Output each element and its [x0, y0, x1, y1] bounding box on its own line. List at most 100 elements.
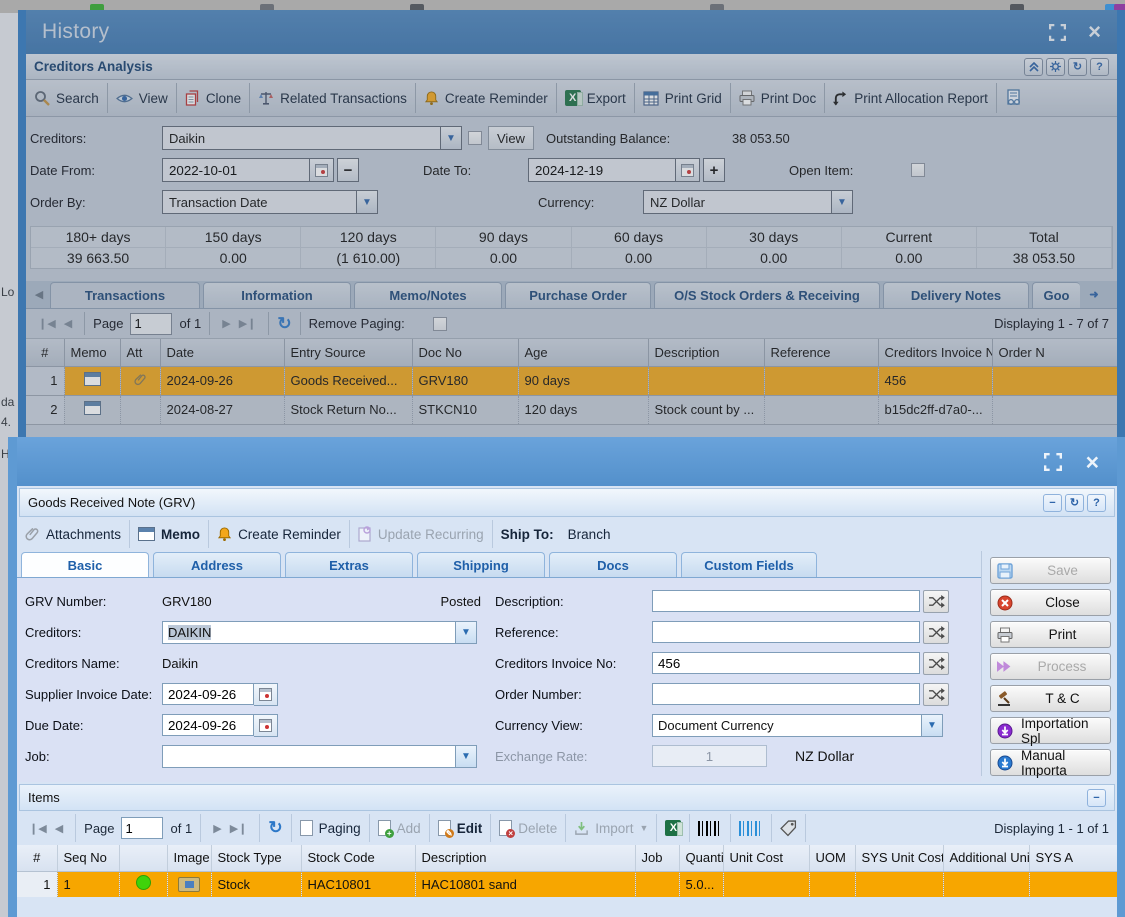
order-by-select[interactable]: Transaction Date ▼: [162, 190, 378, 214]
last-page-icon[interactable]: ▶❙: [230, 822, 248, 835]
last-page-icon[interactable]: ▶❙: [239, 317, 257, 330]
date-from-input[interactable]: [162, 158, 310, 182]
settings-gear-button[interactable]: [1046, 58, 1065, 76]
process-button[interactable]: Process: [990, 653, 1111, 680]
reference-input[interactable]: [652, 621, 920, 643]
print-grid-button[interactable]: Print Grid: [643, 91, 722, 106]
due-date-calendar-button[interactable]: [254, 714, 278, 737]
items-page-input[interactable]: [121, 817, 163, 839]
creditors-select[interactable]: DAIKIN ▼: [162, 621, 477, 644]
close-button[interactable]: Close: [990, 589, 1111, 616]
search-button[interactable]: Search: [34, 90, 99, 106]
create-reminder-button[interactable]: Create Reminder: [217, 526, 341, 542]
column-header[interactable]: Stock Code: [301, 845, 415, 871]
attachments-button[interactable]: Attachments: [25, 526, 121, 542]
memo-icon[interactable]: [84, 372, 101, 386]
currency-view-select[interactable]: Document Currency ▼: [652, 714, 943, 737]
importation-split-button[interactable]: Importation Spl: [990, 717, 1111, 744]
column-header[interactable]: Additional Uni: [943, 845, 1029, 871]
creditors-view-checkbox[interactable]: [468, 131, 482, 145]
column-header[interactable]: Description: [415, 845, 635, 871]
reference-shuffle-button[interactable]: [923, 621, 949, 644]
help-button[interactable]: ?: [1087, 494, 1106, 512]
close-icon[interactable]: ×: [1086, 454, 1099, 470]
creditors-invoice-shuffle-button[interactable]: [923, 652, 949, 675]
edit-button[interactable]: ✎ Edit: [438, 820, 483, 836]
tab-transactions[interactable]: Transactions: [50, 282, 200, 308]
close-icon[interactable]: ×: [1088, 24, 1101, 40]
column-header[interactable]: Seq No: [57, 845, 119, 871]
first-page-icon[interactable]: ❙◀: [38, 317, 56, 330]
tab-basic[interactable]: Basic: [21, 552, 149, 577]
column-header[interactable]: Doc No: [412, 339, 518, 366]
save-button[interactable]: Save: [990, 557, 1111, 584]
column-header[interactable]: Att: [120, 339, 160, 366]
tab-purchase-order[interactable]: Purchase Order: [505, 282, 651, 308]
column-header[interactable]: SYS Unit Cost: [855, 845, 943, 871]
column-header[interactable]: Job: [635, 845, 679, 871]
column-header[interactable]: Entry Source: [284, 339, 412, 366]
update-recurring-button[interactable]: Update Recurring: [358, 526, 484, 542]
tab-goods[interactable]: Goo: [1032, 282, 1080, 308]
date-to-plus-button[interactable]: +: [703, 158, 725, 182]
column-header[interactable]: Unit Cost: [723, 845, 809, 871]
supplier-invoice-date-input[interactable]: [162, 683, 254, 705]
date-from-minus-button[interactable]: −: [337, 158, 359, 182]
attachment-icon[interactable]: [134, 372, 147, 387]
image-thumbnail-icon[interactable]: [178, 877, 200, 892]
column-header[interactable]: Order N: [992, 339, 1117, 366]
order-number-input[interactable]: [652, 683, 920, 705]
report-preview-icon[interactable]: [1005, 89, 1023, 107]
first-page-icon[interactable]: ❙◀: [29, 822, 47, 835]
attachment-icon[interactable]: [134, 401, 147, 416]
next-page-icon[interactable]: ▶: [222, 317, 230, 330]
column-header[interactable]: Age: [518, 339, 648, 366]
remove-paging-checkbox[interactable]: [433, 317, 447, 331]
memo-icon[interactable]: [84, 401, 101, 415]
collapse-items-button[interactable]: −: [1087, 789, 1106, 807]
minimize-panel-button[interactable]: −: [1043, 494, 1062, 512]
tag-icon[interactable]: [780, 820, 797, 837]
next-page-icon[interactable]: ▶: [213, 822, 221, 835]
column-header[interactable]: SYS A: [1029, 845, 1117, 871]
export-button[interactable]: X Export: [565, 90, 626, 106]
currency-select[interactable]: NZ Dollar ▼: [643, 190, 853, 214]
maximize-icon[interactable]: [1044, 453, 1062, 471]
delete-button[interactable]: × Delete: [499, 820, 557, 836]
prev-page-icon[interactable]: ◀: [64, 317, 72, 330]
column-header[interactable]: [119, 845, 167, 871]
column-header[interactable]: #: [26, 339, 64, 366]
creditors-invoice-no-input[interactable]: [652, 652, 920, 674]
related-transactions-button[interactable]: Related Transactions: [258, 90, 407, 106]
tab-scroll-left-icon[interactable]: ◀: [28, 288, 50, 301]
date-from-calendar-button[interactable]: [310, 158, 334, 182]
paging-button[interactable]: Paging: [300, 820, 361, 836]
creditors-select[interactable]: Daikin ▼: [162, 126, 462, 150]
manual-importation-button[interactable]: Manual Importa: [990, 749, 1111, 776]
help-button[interactable]: ?: [1090, 58, 1109, 76]
order-number-shuffle-button[interactable]: [923, 683, 949, 706]
prev-page-icon[interactable]: ◀: [55, 822, 63, 835]
column-header[interactable]: Memo: [64, 339, 120, 366]
due-date-input[interactable]: [162, 714, 254, 736]
column-header[interactable]: Description: [648, 339, 764, 366]
print-doc-button[interactable]: Print Doc: [739, 90, 817, 106]
description-input[interactable]: [652, 590, 920, 612]
column-header[interactable]: Reference: [764, 339, 878, 366]
tab-delivery-notes[interactable]: Delivery Notes: [883, 282, 1029, 308]
open-item-checkbox[interactable]: [911, 163, 925, 177]
memo-button[interactable]: Memo: [138, 527, 200, 542]
add-button[interactable]: + Add: [378, 820, 421, 836]
column-header[interactable]: UOM: [809, 845, 855, 871]
page-number-input[interactable]: [130, 313, 172, 335]
barcode-icon[interactable]: [698, 821, 722, 836]
collapse-panel-button[interactable]: [1024, 58, 1043, 76]
tab-extras[interactable]: Extras: [285, 552, 413, 577]
refresh-panel-button[interactable]: ↻: [1065, 494, 1084, 512]
column-header[interactable]: #: [17, 845, 57, 871]
table-row[interactable]: 1 2024-09-26 Goods Received... GRV180 90…: [26, 366, 1117, 395]
clone-button[interactable]: Clone: [185, 90, 241, 106]
tab-information[interactable]: Information: [203, 282, 351, 308]
tab-custom-fields[interactable]: Custom Fields: [681, 552, 817, 577]
refresh-panel-button[interactable]: ↻: [1068, 58, 1087, 76]
